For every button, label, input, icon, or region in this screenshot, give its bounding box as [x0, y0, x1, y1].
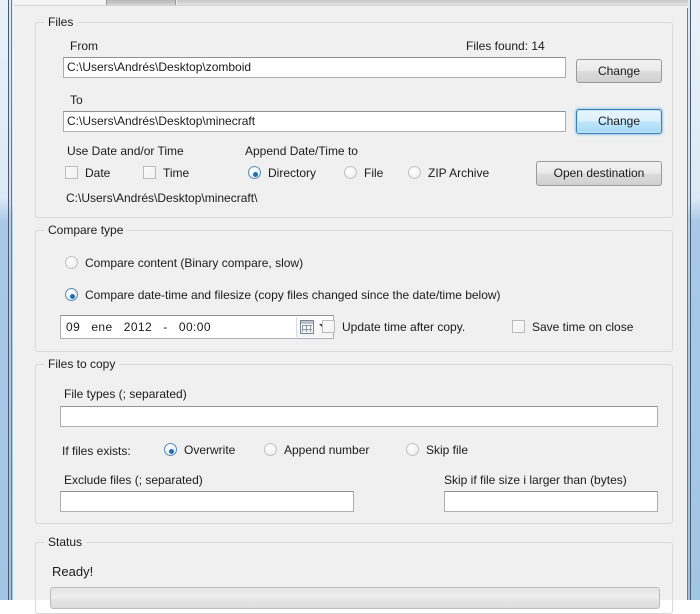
progress-bar: [50, 587, 660, 609]
window-border-right: [691, 0, 700, 600]
if-exists-radio-append-box: [264, 443, 277, 456]
dialog-client-area: Files From Files found: 14 C:\Users\Andr…: [13, 0, 688, 614]
files-to-copy-group-title: Files to copy: [44, 357, 120, 371]
files-found-label: Files found: 14: [466, 39, 545, 53]
open-destination-button[interactable]: Open destination: [536, 161, 662, 186]
from-change-button[interactable]: Change: [576, 59, 662, 83]
date-checkbox-box: [65, 166, 78, 179]
save-time-checkbox-label: Save time on close: [532, 320, 634, 334]
if-exists-radio-overwrite-label: Overwrite: [184, 443, 236, 457]
window-border-left: [0, 0, 8, 600]
exclude-files-label: Exclude files (; separated): [64, 473, 203, 487]
files-to-copy-group: Files to copy File types (; separated) I…: [35, 357, 673, 524]
compare-radio-content-label: Compare content (Binary compare, slow): [85, 256, 304, 270]
skip-size-label: Skip if file size i larger than (bytes): [444, 473, 627, 487]
compare-radio-datetime-label: Compare date-time and filesize (copy fil…: [85, 288, 501, 302]
from-label: From: [70, 39, 98, 53]
status-group-title: Status: [44, 535, 87, 549]
append-radio-zip-box: [408, 166, 421, 179]
datetime-picker[interactable]: 09 ene 2012 - 00:00: [60, 315, 334, 339]
save-time-checkbox-box: [512, 320, 525, 333]
time-checkbox-label: Time: [163, 166, 190, 180]
tab-strip-divider: [14, 5, 688, 8]
calendar-icon: [300, 320, 314, 334]
window-frame: Files From Files found: 14 C:\Users\Andr…: [0, 0, 700, 614]
tab-strip: [14, 0, 688, 8]
if-exists-radio-append-label: Append number: [284, 443, 370, 457]
files-group: Files From Files found: 14 C:\Users\Andr…: [35, 15, 673, 218]
compare-type-group: Compare type Compare content (Binary com…: [35, 223, 673, 352]
time-checkbox-box: [143, 166, 156, 179]
skip-size-input[interactable]: [444, 491, 658, 512]
if-exists-radio-skip-box: [406, 443, 419, 456]
to-change-button[interactable]: Change: [576, 109, 662, 134]
status-text: Ready!: [52, 564, 94, 579]
from-path-input[interactable]: C:\Users\Andrés\Desktop\zomboid: [63, 57, 566, 78]
compare-radio-datetime-box: [65, 288, 78, 301]
update-time-checkbox-label: Update time after copy.: [342, 320, 466, 334]
date-checkbox-label: Date: [85, 166, 111, 180]
compare-radio-content-box: [65, 256, 78, 269]
compare-type-group-title: Compare type: [44, 223, 128, 237]
window-border-left-rule: [8, 0, 9, 600]
resolved-destination-path: C:\Users\Andrés\Desktop\minecraft\: [66, 191, 258, 205]
files-group-title: Files: [44, 15, 78, 29]
append-radio-directory-box: [248, 166, 261, 179]
exclude-files-input[interactable]: [60, 491, 354, 512]
status-group: Status Ready!: [35, 535, 673, 614]
to-label: To: [70, 93, 83, 107]
if-exists-radio-skip-label: Skip file: [426, 443, 469, 457]
append-datetime-label: Append Date/Time to: [245, 144, 358, 158]
append-radio-zip-label: ZIP Archive: [428, 166, 490, 180]
if-files-exists-label: If files exists:: [62, 444, 131, 458]
to-path-input[interactable]: C:\Users\Andrés\Desktop\minecraft: [63, 111, 566, 132]
window-border-right-rule-inner: [687, 0, 688, 600]
file-types-label: File types (; separated): [64, 387, 187, 401]
if-exists-radio-overwrite-box: [164, 443, 177, 456]
use-datetime-label: Use Date and/or Time: [67, 144, 184, 158]
window-border-left-rule-inner: [11, 0, 12, 600]
file-types-input[interactable]: [60, 406, 658, 427]
append-radio-file-box: [344, 166, 357, 179]
window-border-right-rule: [690, 0, 691, 600]
datetime-value: 09 ene 2012 - 00:00: [66, 320, 211, 334]
update-time-checkbox-box: [322, 320, 335, 333]
append-radio-file-label: File: [364, 166, 384, 180]
append-radio-directory-label: Directory: [268, 166, 317, 180]
